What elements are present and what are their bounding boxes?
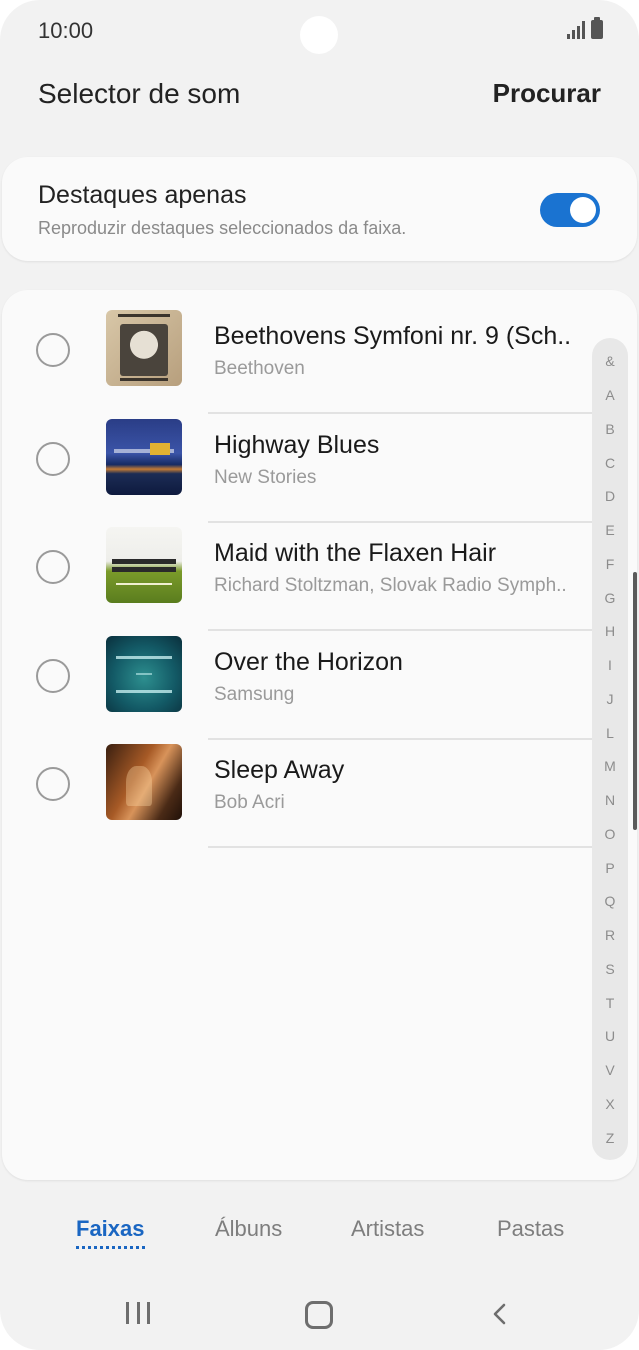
- index-letter[interactable]: N: [592, 792, 628, 808]
- alphabet-index-bar[interactable]: & A B C D E F G H I J L M N O P Q R S T …: [592, 338, 628, 1160]
- index-letter[interactable]: C: [592, 455, 628, 471]
- tab-label: Álbuns: [215, 1216, 283, 1241]
- track-title: Highway Blues: [214, 431, 380, 459]
- radio-button[interactable]: [36, 442, 70, 476]
- track-artist: New Stories: [214, 467, 317, 488]
- highlights-title: Destaques apenas: [38, 181, 247, 209]
- toggle-knob: [570, 197, 596, 223]
- index-letter[interactable]: E: [592, 522, 628, 538]
- index-letter[interactable]: S: [592, 961, 628, 977]
- tab-label: Pastas: [497, 1216, 565, 1241]
- page-title: Selector de som: [38, 78, 241, 109]
- track-artist: Samsung: [214, 684, 295, 705]
- bottom-tabs: Faixas Álbuns Artistas Pastas: [0, 1200, 639, 1260]
- tab-folders[interactable]: Pastas: [497, 1216, 564, 1242]
- front-camera-cutout: [300, 16, 338, 54]
- status-time: 10:00: [38, 18, 94, 43]
- tab-label: Faixas: [76, 1216, 145, 1241]
- track-artist: Bob Acri: [214, 792, 285, 813]
- tab-albums[interactable]: Álbuns: [215, 1216, 282, 1242]
- tab-label: Artistas: [351, 1216, 425, 1241]
- index-letter[interactable]: Q: [592, 893, 628, 909]
- album-art-image: [106, 744, 182, 820]
- index-letter[interactable]: R: [592, 927, 628, 943]
- track-list: Beethovens Symfoni nr. 9 (Sch.. Beethove…: [2, 290, 637, 1180]
- active-tab-underline: [76, 1246, 145, 1249]
- index-letter[interactable]: &: [592, 353, 628, 369]
- battery-icon: [591, 17, 603, 39]
- radio-button[interactable]: [36, 550, 70, 584]
- radio-button[interactable]: [36, 333, 70, 367]
- index-letter[interactable]: B: [592, 421, 628, 437]
- track-row[interactable]: Beethovens Symfoni nr. 9 (Sch.. Beethove…: [2, 298, 592, 406]
- status-bar: 10:00: [0, 0, 639, 64]
- index-letter[interactable]: M: [592, 758, 628, 774]
- track-title: Maid with the Flaxen Hair: [214, 539, 497, 567]
- highlights-subtitle: Reproduzir destaques seleccionados da fa…: [38, 218, 407, 238]
- radio-button[interactable]: [36, 767, 70, 801]
- index-letter[interactable]: I: [592, 657, 628, 673]
- track-title: Beethovens Symfoni nr. 9 (Sch..: [214, 322, 572, 350]
- tab-tracks[interactable]: Faixas: [76, 1216, 145, 1249]
- index-letter[interactable]: L: [592, 725, 628, 741]
- track-row[interactable]: Highway Blues New Stories: [2, 407, 592, 515]
- album-art-image: [106, 419, 182, 495]
- track-title: Over the Horizon: [214, 648, 403, 676]
- index-letter[interactable]: H: [592, 623, 628, 639]
- track-artist: Richard Stoltzman, Slovak Radio Symph..: [214, 575, 567, 596]
- signal-icon: [567, 21, 585, 39]
- tab-artists[interactable]: Artistas: [351, 1216, 424, 1242]
- highlights-toggle[interactable]: [540, 193, 600, 227]
- index-letter[interactable]: G: [592, 590, 628, 606]
- index-letter[interactable]: T: [592, 995, 628, 1011]
- index-letter[interactable]: O: [592, 826, 628, 842]
- index-letter[interactable]: J: [592, 691, 628, 707]
- album-art-image: [106, 527, 182, 603]
- scroll-indicator: [633, 572, 637, 830]
- index-letter[interactable]: A: [592, 387, 628, 403]
- track-row[interactable]: Maid with the Flaxen Hair Richard Stoltz…: [2, 515, 592, 623]
- highlights-only-card: Destaques apenas Reproduzir destaques se…: [2, 157, 637, 261]
- index-letter[interactable]: F: [592, 556, 628, 572]
- index-letter[interactable]: P: [592, 860, 628, 876]
- divider: [208, 846, 593, 848]
- home-icon[interactable]: [305, 1301, 333, 1329]
- status-icons: [567, 17, 603, 39]
- index-letter[interactable]: X: [592, 1096, 628, 1112]
- track-artist: Beethoven: [214, 358, 305, 379]
- radio-button[interactable]: [36, 659, 70, 693]
- search-button[interactable]: Procurar: [493, 78, 601, 109]
- system-navigation-bar: [0, 1280, 639, 1350]
- recent-apps-icon[interactable]: [126, 1302, 150, 1324]
- back-icon[interactable]: [490, 1302, 512, 1326]
- album-art-image: [106, 636, 182, 712]
- phone-screen: 10:00 Selector de som Procurar Destaques…: [0, 0, 639, 1350]
- index-letter[interactable]: U: [592, 1028, 628, 1044]
- track-row[interactable]: Over the Horizon Samsung: [2, 624, 592, 732]
- album-art-image: [106, 310, 182, 386]
- index-letter[interactable]: Z: [592, 1130, 628, 1146]
- index-letter[interactable]: D: [592, 488, 628, 504]
- index-letter[interactable]: V: [592, 1062, 628, 1078]
- track-row[interactable]: Sleep Away Bob Acri: [2, 732, 592, 840]
- track-title: Sleep Away: [214, 756, 345, 784]
